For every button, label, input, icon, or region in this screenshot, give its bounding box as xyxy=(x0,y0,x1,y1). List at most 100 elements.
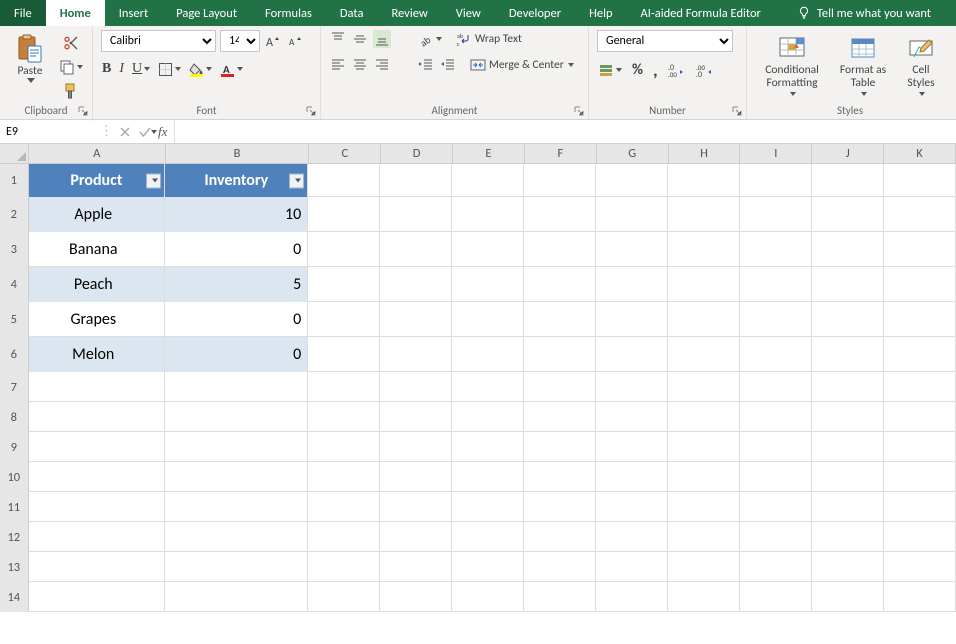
row-header-5[interactable]: 5 xyxy=(0,302,29,337)
cell-E6[interactable] xyxy=(452,337,524,372)
cell-K2[interactable] xyxy=(884,197,956,232)
cell-A3[interactable]: Banana xyxy=(29,232,165,267)
cell-K9[interactable] xyxy=(884,432,956,462)
cell-K5[interactable] xyxy=(884,302,956,337)
cell-H12[interactable] xyxy=(668,522,740,552)
cell-J1[interactable] xyxy=(812,164,884,197)
cell-K8[interactable] xyxy=(884,402,956,432)
cell-I6[interactable] xyxy=(740,337,812,372)
cell-G7[interactable] xyxy=(596,372,668,402)
format-as-table-button[interactable]: Format as Table xyxy=(833,30,893,102)
cell-D13[interactable] xyxy=(380,552,452,582)
font-color-button[interactable]: A xyxy=(219,61,244,78)
cell-B10[interactable] xyxy=(165,462,308,492)
cell-A7[interactable] xyxy=(29,372,166,402)
tab-review[interactable]: Review xyxy=(377,0,441,26)
column-header-D[interactable]: D xyxy=(381,144,453,163)
cancel-formula-button[interactable] xyxy=(117,124,133,140)
cell-B8[interactable] xyxy=(165,402,308,432)
cell-B11[interactable] xyxy=(165,492,308,522)
cell-H5[interactable] xyxy=(668,302,740,337)
cell-G14[interactable] xyxy=(596,582,668,612)
cell-J2[interactable] xyxy=(812,197,884,232)
row-header-11[interactable]: 11 xyxy=(0,492,29,522)
cell-K13[interactable] xyxy=(884,552,956,582)
cell-C1[interactable] xyxy=(308,164,380,197)
align-right-button[interactable] xyxy=(373,56,391,74)
cell-C13[interactable] xyxy=(308,552,380,582)
cell-A1[interactable]: Product xyxy=(29,164,166,197)
cell-C4[interactable] xyxy=(308,267,380,302)
cell-H4[interactable] xyxy=(668,267,740,302)
cell-D4[interactable] xyxy=(380,267,452,302)
cell-D6[interactable] xyxy=(380,337,452,372)
cell-A6[interactable]: Melon xyxy=(29,337,165,372)
cell-A13[interactable] xyxy=(29,552,166,582)
font-size-select[interactable]: 14 xyxy=(220,30,260,52)
cell-H6[interactable] xyxy=(668,337,740,372)
cell-J4[interactable] xyxy=(812,267,884,302)
cell-B3[interactable]: 0 xyxy=(165,232,308,267)
cell-G8[interactable] xyxy=(596,402,668,432)
cell-J6[interactable] xyxy=(812,337,884,372)
cell-H7[interactable] xyxy=(668,372,740,402)
cell-F8[interactable] xyxy=(524,402,596,432)
cell-E11[interactable] xyxy=(452,492,524,522)
cell-C9[interactable] xyxy=(308,432,380,462)
cell-I8[interactable] xyxy=(740,402,812,432)
cell-I1[interactable] xyxy=(740,164,812,197)
cell-B6[interactable]: 0 xyxy=(165,337,308,372)
cell-A8[interactable] xyxy=(29,402,166,432)
cell-A4[interactable]: Peach xyxy=(29,267,165,302)
increase-font-button[interactable]: A xyxy=(264,32,282,50)
cell-K1[interactable] xyxy=(884,164,956,197)
column-header-B[interactable]: B xyxy=(166,144,310,163)
filter-button-A[interactable] xyxy=(146,173,161,188)
cell-J3[interactable] xyxy=(812,232,884,267)
tab-developer[interactable]: Developer xyxy=(495,0,575,26)
copy-button[interactable] xyxy=(58,58,84,76)
cell-D12[interactable] xyxy=(380,522,452,552)
cell-K12[interactable] xyxy=(884,522,956,552)
cell-B7[interactable] xyxy=(165,372,308,402)
row-header-10[interactable]: 10 xyxy=(0,462,29,492)
align-bottom-button[interactable] xyxy=(373,30,391,48)
cell-D8[interactable] xyxy=(380,402,452,432)
cell-C6[interactable] xyxy=(308,337,380,372)
accounting-format-button[interactable] xyxy=(597,61,623,79)
cell-E1[interactable] xyxy=(452,164,524,197)
cell-I5[interactable] xyxy=(740,302,812,337)
cell-styles-button[interactable]: Cell Styles xyxy=(897,30,945,102)
merge-center-button[interactable]: Merge & Center xyxy=(469,56,575,74)
cell-E3[interactable] xyxy=(452,232,524,267)
cell-J14[interactable] xyxy=(812,582,884,612)
cell-E7[interactable] xyxy=(452,372,524,402)
format-painter-button[interactable] xyxy=(58,82,84,100)
cell-B2[interactable]: 10 xyxy=(165,197,308,232)
cell-H8[interactable] xyxy=(668,402,740,432)
tell-me[interactable]: Tell me what you want xyxy=(783,0,945,26)
cell-J10[interactable] xyxy=(812,462,884,492)
cell-J13[interactable] xyxy=(812,552,884,582)
cell-K10[interactable] xyxy=(884,462,956,492)
cell-D7[interactable] xyxy=(380,372,452,402)
cell-K14[interactable] xyxy=(884,582,956,612)
row-header-7[interactable]: 7 xyxy=(0,372,29,402)
cell-H11[interactable] xyxy=(668,492,740,522)
cell-E14[interactable] xyxy=(452,582,524,612)
cell-J8[interactable] xyxy=(812,402,884,432)
row-header-13[interactable]: 13 xyxy=(0,552,29,582)
row-header-1[interactable]: 1 xyxy=(0,164,29,197)
cell-H13[interactable] xyxy=(668,552,740,582)
decrease-font-button[interactable]: A xyxy=(286,32,304,50)
cell-B9[interactable] xyxy=(165,432,308,462)
cell-E2[interactable] xyxy=(452,197,524,232)
cell-C7[interactable] xyxy=(308,372,380,402)
tab-view[interactable]: View xyxy=(442,0,495,26)
cell-E5[interactable] xyxy=(452,302,524,337)
underline-button[interactable]: U xyxy=(131,60,151,78)
cell-I9[interactable] xyxy=(740,432,812,462)
cell-D2[interactable] xyxy=(380,197,452,232)
cell-C2[interactable] xyxy=(308,197,380,232)
cell-A10[interactable] xyxy=(29,462,166,492)
